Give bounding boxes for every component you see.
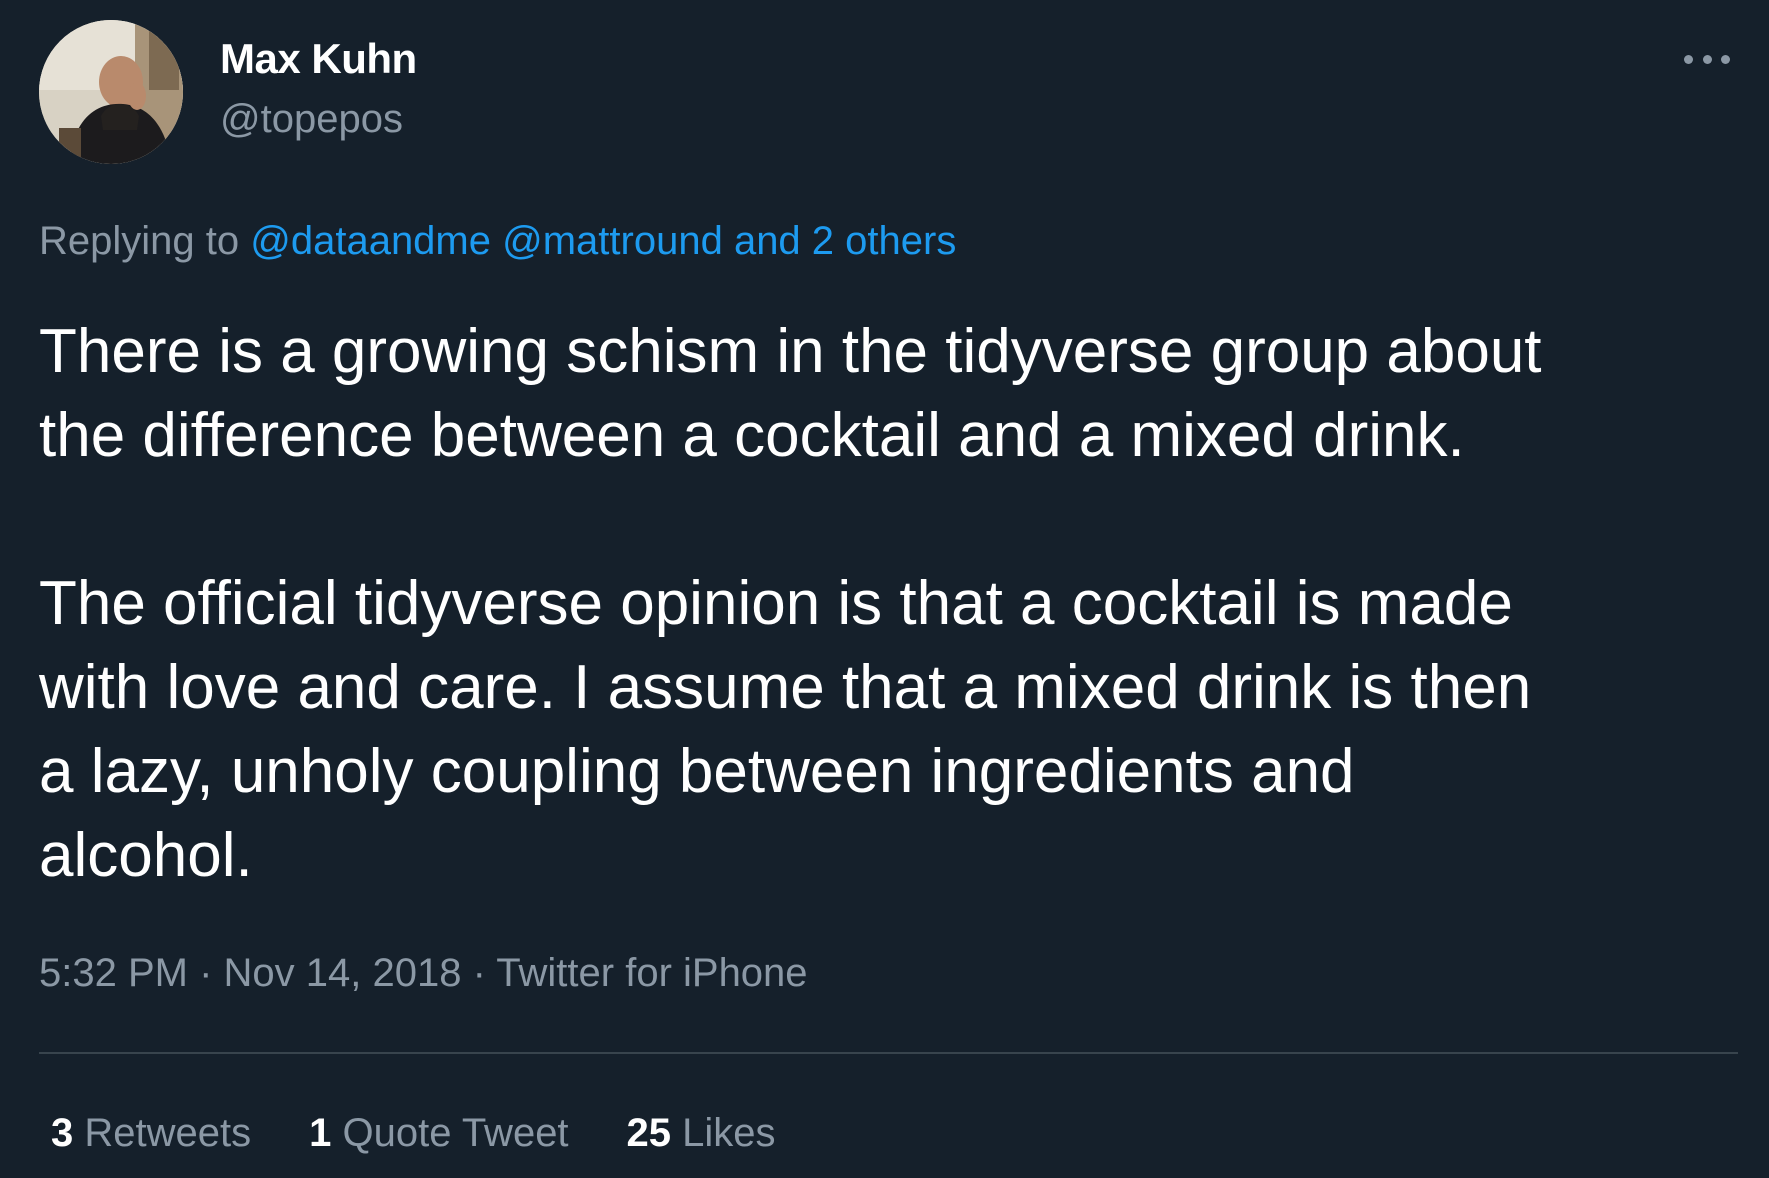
mention-separator xyxy=(491,219,502,263)
retweets-label: Retweets xyxy=(73,1111,252,1155)
replying-to-line: Replying to @dataandme @mattround and 2 … xyxy=(39,216,956,266)
tweet-card: Max Kuhn @topepos Replying to @dataandme… xyxy=(0,0,1769,1178)
tweet-time[interactable]: 5:32 PM xyxy=(39,951,188,995)
tweet-paragraph-1: There is a growing schism in the tidyver… xyxy=(39,317,1542,470)
tweet-paragraph-2: The official tidyverse opinion is that a… xyxy=(39,569,1532,890)
mention-mattround-link[interactable]: @mattround xyxy=(502,219,723,263)
engagement-stats: 3 Retweets 1 Quote Tweet 25 Likes xyxy=(51,1108,834,1158)
retweets-count: 3 xyxy=(51,1111,74,1155)
tweet-date[interactable]: Nov 14, 2018 xyxy=(224,951,462,995)
mention-dataandme-link[interactable]: @dataandme xyxy=(250,219,491,263)
retweets-stat[interactable]: 3 Retweets xyxy=(51,1108,251,1158)
tweet-source-link[interactable]: Twitter for iPhone xyxy=(496,951,807,995)
author-display-name[interactable]: Max Kuhn xyxy=(220,34,417,84)
more-dot xyxy=(1721,54,1730,64)
likes-count: 25 xyxy=(626,1111,672,1155)
quote-tweets-label: Quote Tweet xyxy=(331,1111,569,1155)
tweet-meta: 5:32 PM · Nov 14, 2018 · Twitter for iPh… xyxy=(39,948,808,998)
meta-separator: · xyxy=(187,951,224,995)
avatar-photo xyxy=(39,20,183,164)
likes-label: Likes xyxy=(671,1111,776,1155)
more-dot xyxy=(1702,54,1712,64)
likes-stat[interactable]: 25 Likes xyxy=(627,1108,776,1158)
and-others-link[interactable]: and 2 others xyxy=(723,219,956,263)
more-dot xyxy=(1684,54,1693,64)
replying-to-label: Replying to xyxy=(39,219,251,263)
quote-tweets-count: 1 xyxy=(309,1111,332,1155)
divider xyxy=(39,1052,1738,1054)
more-options-icon[interactable] xyxy=(1684,44,1730,74)
meta-separator: · xyxy=(461,951,497,995)
tweet-text: There is a growing schism in the tidyver… xyxy=(39,310,1749,898)
avatar[interactable] xyxy=(39,20,183,164)
author-handle[interactable]: @topepos xyxy=(220,94,403,144)
quote-tweets-stat[interactable]: 1 Quote Tweet xyxy=(309,1108,568,1158)
